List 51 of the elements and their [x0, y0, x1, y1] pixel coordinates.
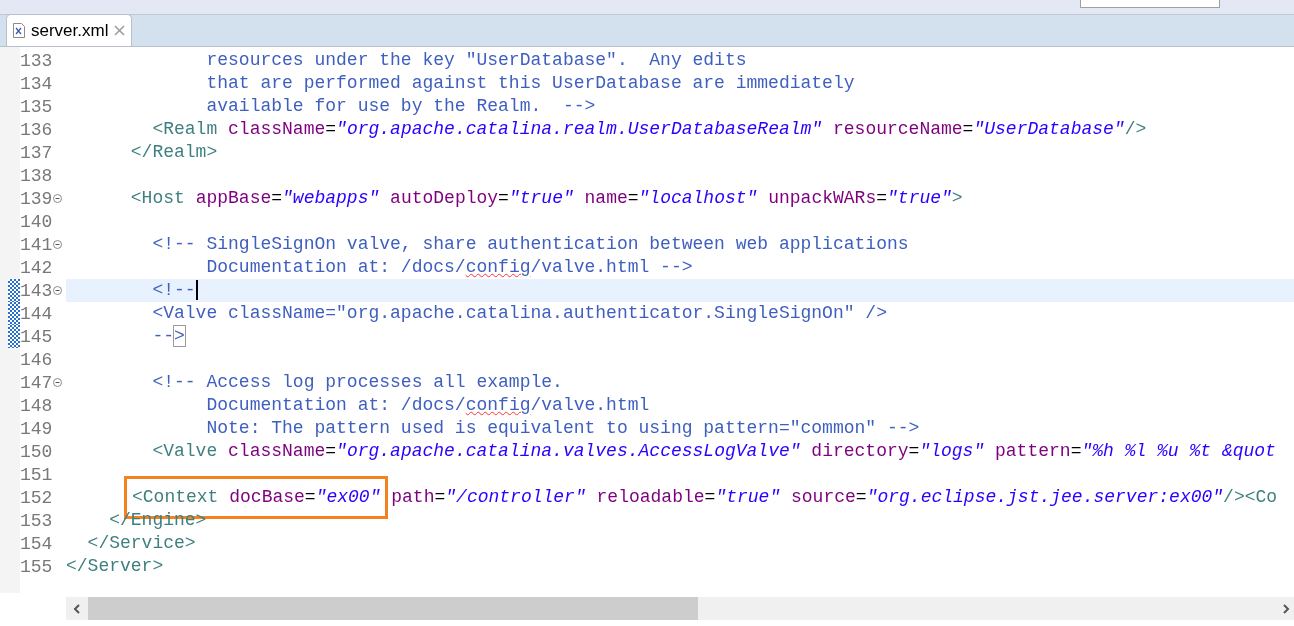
code-line: </Server> — [66, 555, 164, 578]
line-number: 142 — [20, 258, 53, 277]
line-number: 148 — [20, 396, 53, 415]
code-line: <!-- Access log processes all example. — [151, 371, 563, 394]
line-number: 154 — [20, 534, 53, 553]
line-number: 147 — [20, 373, 53, 392]
fold-icon[interactable] — [53, 240, 63, 249]
fold-icon[interactable] — [53, 194, 63, 203]
line-number: 146 — [20, 350, 53, 369]
line-number: 138 — [20, 166, 53, 185]
line-number: 145 — [20, 327, 53, 346]
editor-tab[interactable]: server.xml — [6, 14, 133, 46]
code-line: path="/controller" reloadable="true" source="org.eclipse.jst.jee.server:ex00"/><Co — [390, 486, 1278, 509]
xml-file-icon — [13, 23, 25, 38]
line-number: 144 — [20, 304, 53, 323]
line-number: 151 — [20, 465, 53, 484]
fold-icon[interactable] — [53, 378, 63, 387]
line-number: 152 — [20, 488, 53, 507]
close-icon[interactable] — [114, 25, 126, 36]
line-number: 133 — [20, 51, 53, 70]
code-line: <!-- SingleSignOn valve, share authentication between web applications — [151, 233, 909, 256]
code-line: available for use by the Realm. --> — [205, 95, 596, 118]
line-number: 143 — [20, 281, 53, 300]
line-number: 134 — [20, 74, 53, 93]
scrollbar-track[interactable] — [66, 597, 1294, 620]
line-number: 135 — [20, 97, 53, 116]
code-line: <!-- — [151, 279, 198, 302]
line-number: 155 — [20, 557, 53, 576]
line-number: 140 — [20, 212, 53, 231]
line-number: 150 — [20, 442, 53, 461]
line-number: 137 — [20, 143, 53, 162]
scrollbar-thumb[interactable] — [88, 597, 698, 620]
code-line: <Realm className="org.apache.catalina.realm.UserDatabaseRealm" resourceName="UserDatabase"/> — [151, 118, 1147, 141]
code-line: that are performed against this UserDatabase are immediately — [205, 72, 855, 95]
line-number: 149 — [20, 419, 53, 438]
line-number: 139 — [20, 189, 53, 208]
code-line: <Valve className="org.apache.catalina.valves.AccessLogValve" directory="logs" pattern="%h %l %u %t &quot — [151, 440, 1276, 463]
code-line: <Valve className="org.apache.catalina.authenticator.SingleSignOn" /> — [151, 302, 887, 325]
code-line: --> — [151, 325, 185, 348]
code-line: </Realm> — [129, 141, 218, 164]
code-line: </Service> — [86, 532, 196, 555]
line-number: 136 — [20, 120, 53, 139]
code-line: Documentation at: /docs/config/valve.html — [205, 394, 650, 417]
code-line: Note: The pattern used is equivalent to using pattern="common" --> — [205, 417, 920, 440]
line-number: 141 — [20, 235, 53, 254]
code-line: Documentation at: /docs/config/valve.html --> — [205, 256, 693, 279]
line-number: 153 — [20, 511, 53, 530]
code-line: resources under the key "UserDatabase". Any edits — [205, 49, 747, 72]
code-line: <Host appBase="webapps" autoDeploy="true" name="localhost" unpackWARs="true"> — [129, 187, 963, 210]
fold-icon[interactable] — [53, 286, 63, 295]
quick-access-field[interactable] — [1080, 0, 1220, 8]
